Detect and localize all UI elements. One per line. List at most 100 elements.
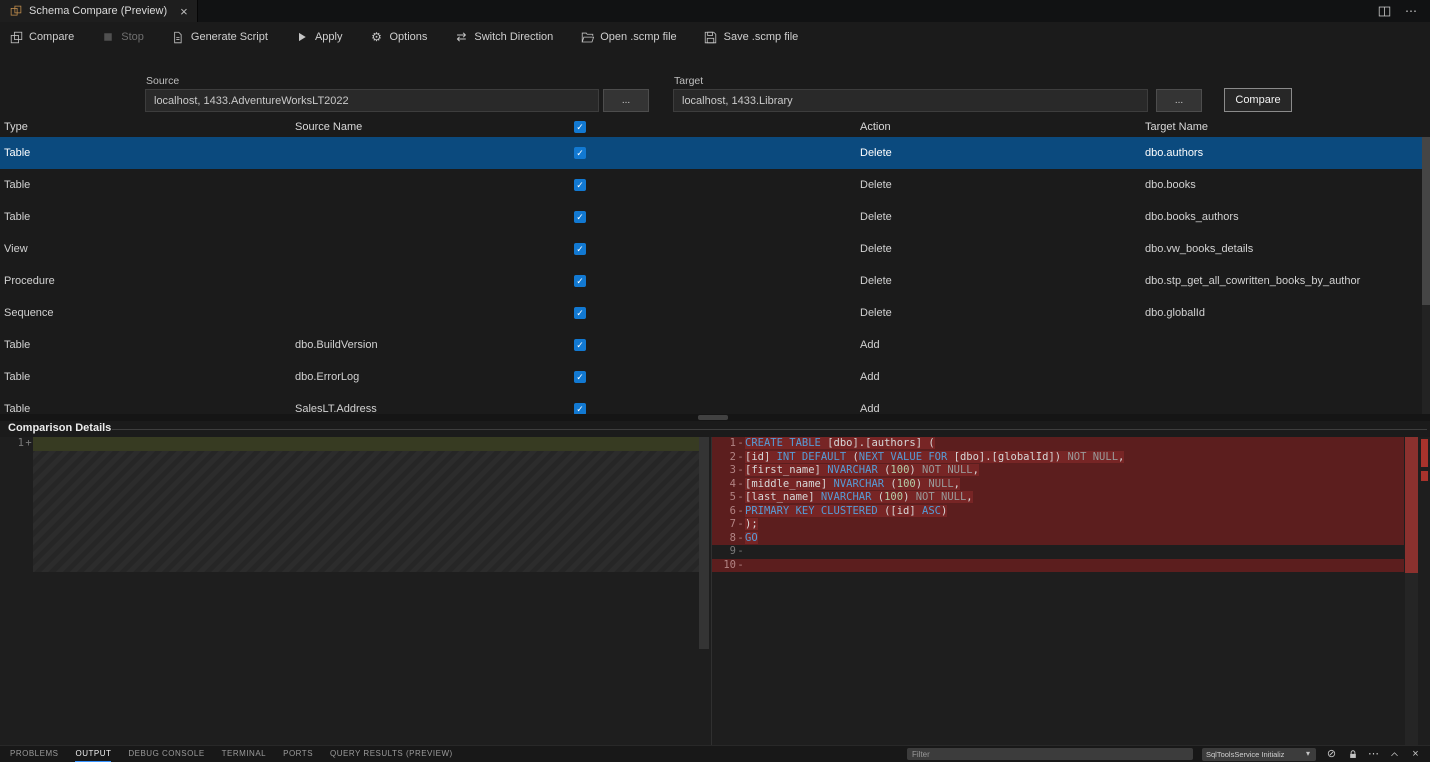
cell-target-name: dbo.stp_get_all_cowritten_books_by_autho… (1145, 275, 1430, 287)
toolbar-generate-script-button[interactable]: Generate Script (171, 30, 268, 44)
panel-tab-query-results-preview[interactable]: QUERY RESULTS (PREVIEW) (330, 747, 453, 762)
right-scroll-thumb[interactable] (1405, 437, 1418, 573)
column-checkbox: ✓ (568, 121, 598, 133)
more-icon[interactable]: ⋯ (1404, 4, 1418, 18)
diff-line[interactable]: 2-[id] INT DEFAULT (NEXT VALUE FOR [dbo]… (712, 451, 1404, 465)
stop-icon (101, 30, 115, 44)
panel-actions: ⊘ ⋯ × (1325, 748, 1422, 761)
save-file-icon (704, 30, 718, 44)
diff-target-pane[interactable]: 1-CREATE TABLE [dbo].[authors] (2-[id] I… (712, 437, 1430, 745)
code-segment: [first_name] (745, 464, 827, 476)
source-input[interactable] (145, 89, 599, 112)
code-segment: ); (745, 518, 758, 530)
cell-type: Procedure (0, 275, 292, 287)
diff-line[interactable]: 8-GO (712, 532, 1404, 546)
chevron-up-icon[interactable] (1388, 748, 1401, 761)
table-row[interactable]: Sequence✓Deletedbo.globalId (0, 297, 1430, 329)
horizontal-splitter[interactable] (0, 414, 1430, 421)
source-browse-button[interactable]: ... (603, 89, 649, 112)
right-scrollbar[interactable] (1405, 437, 1418, 745)
row-checkbox[interactable]: ✓ (574, 403, 586, 414)
panel-tab-terminal[interactable]: TERMINAL (222, 747, 266, 762)
chevron-down-icon: ▾ (1304, 750, 1312, 758)
toolbar-save-scmp-file-button[interactable]: Save .scmp file (704, 30, 799, 44)
results-grid: Type Source Name ✓ Action Target Name Ta… (0, 117, 1430, 414)
output-channel-select[interactable]: SqlToolsService Initializ ▾ (1202, 748, 1316, 761)
details-divider (112, 429, 1427, 430)
panel-tab-ports[interactable]: PORTS (283, 747, 313, 762)
panel-tab-debug-console[interactable]: DEBUG CONSOLE (128, 747, 204, 762)
cell-type: Table (0, 371, 292, 383)
row-checkbox[interactable]: ✓ (574, 371, 586, 383)
diff-line[interactable]: 1-CREATE TABLE [dbo].[authors] ( (712, 437, 1404, 451)
source-label: Source (146, 75, 179, 87)
toolbar: CompareStopGenerate ScriptApply⚙Options⇄… (0, 22, 1430, 52)
target-input[interactable] (673, 89, 1148, 112)
split-editor-icon[interactable] (1377, 4, 1391, 18)
toolbar-open-scmp-file-button[interactable]: Open .scmp file (580, 30, 676, 44)
diff-source-pane[interactable]: 1+ (0, 437, 711, 745)
diff-line[interactable]: 5-[last_name] NVARCHAR (100) NOT NULL, (712, 491, 1404, 505)
target-label: Target (674, 75, 703, 87)
compare-button[interactable]: Compare (1224, 88, 1292, 112)
row-checkbox[interactable]: ✓ (574, 243, 586, 255)
code-segment: [id] (745, 451, 777, 463)
grid-scrollbar[interactable] (1422, 137, 1430, 414)
comparison-details-title: Comparison Details (8, 422, 111, 434)
grid-body: Table✓Deletedbo.authors Table✓Deletedbo.b… (0, 137, 1430, 414)
table-row[interactable]: Tabledbo.BuildVersion✓Add (0, 329, 1430, 361)
diff-line[interactable]: 9- (712, 545, 1404, 559)
splitter-grip[interactable] (698, 415, 728, 420)
tab-close-icon[interactable]: × (180, 4, 188, 19)
panel-bar: PROBLEMS OUTPUT DEBUG CONSOLE TERMINAL PORTS… (0, 745, 1430, 762)
table-row[interactable]: Table✓Deletedbo.books (0, 169, 1430, 201)
table-row[interactable]: TableSalesLT.Address✓Add (0, 393, 1430, 414)
output-filter-input[interactable] (907, 748, 1193, 760)
close-icon[interactable]: × (1409, 748, 1422, 761)
panel-tab-problems[interactable]: PROBLEMS (10, 747, 58, 762)
row-checkbox[interactable]: ✓ (574, 147, 586, 159)
column-type[interactable]: Type (0, 121, 292, 133)
select-all-checkbox[interactable]: ✓ (574, 121, 586, 133)
cell-type: View (0, 243, 292, 255)
diff-sign: - (736, 505, 745, 519)
left-scrollbar[interactable] (699, 437, 709, 649)
target-browse-button[interactable]: ... (1156, 89, 1202, 112)
panel-tabs: PROBLEMS OUTPUT DEBUG CONSOLE TERMINAL PORTS… (0, 747, 453, 762)
lock-icon[interactable] (1346, 748, 1359, 761)
row-checkbox[interactable]: ✓ (574, 179, 586, 191)
grid-scroll-thumb[interactable] (1422, 137, 1430, 305)
column-target-name[interactable]: Target Name (1145, 121, 1430, 133)
diff-line[interactable]: 3-[first_name] NVARCHAR (100) NOT NULL, (712, 464, 1404, 478)
table-row[interactable]: Procedure✓Deletedbo.stp_get_all_cowritte… (0, 265, 1430, 297)
diff-line[interactable]: 7-); (712, 518, 1404, 532)
overview-ruler (1418, 437, 1430, 745)
diff-line[interactable]: 1+ (0, 437, 711, 451)
tab-schema-compare[interactable]: Schema Compare (Preview) × (0, 0, 198, 22)
panel-tab-output[interactable]: OUTPUT (75, 747, 111, 762)
column-source-name[interactable]: Source Name (292, 121, 568, 133)
toolbar-options-button[interactable]: ⚙Options (369, 30, 427, 44)
row-checkbox[interactable]: ✓ (574, 339, 586, 351)
toolbar-compare-button[interactable]: Compare (9, 30, 74, 44)
toolbar-apply-button[interactable]: Apply (295, 30, 343, 44)
column-action[interactable]: Action (860, 121, 1145, 133)
more-icon[interactable]: ⋯ (1367, 748, 1380, 761)
table-row[interactable]: Table✓Deletedbo.authors (0, 137, 1430, 169)
code-segment: ) (903, 491, 916, 503)
row-checkbox[interactable]: ✓ (574, 307, 586, 319)
row-checkbox[interactable]: ✓ (574, 275, 586, 287)
cell-action: Delete (860, 179, 1145, 191)
diff-sign: - (736, 491, 745, 505)
table-row[interactable]: Table✓Deletedbo.books_authors (0, 201, 1430, 233)
code-segment: NVARCHAR (821, 491, 878, 503)
table-row[interactable]: Tabledbo.ErrorLog✓Add (0, 361, 1430, 393)
table-row[interactable]: View✓Deletedbo.vw_books_details (0, 233, 1430, 265)
row-checkbox[interactable]: ✓ (574, 211, 586, 223)
clear-output-icon[interactable]: ⊘ (1325, 748, 1338, 761)
diff-line[interactable]: 4-[middle_name] NVARCHAR (100) NULL, (712, 478, 1404, 492)
diff-line[interactable]: 6-PRIMARY KEY CLUSTERED ([id] ASC) (712, 505, 1404, 519)
line-number: 5 (712, 491, 736, 505)
diff-line[interactable]: 10- (712, 559, 1404, 573)
toolbar-switch-direction-button[interactable]: ⇄Switch Direction (454, 30, 553, 44)
